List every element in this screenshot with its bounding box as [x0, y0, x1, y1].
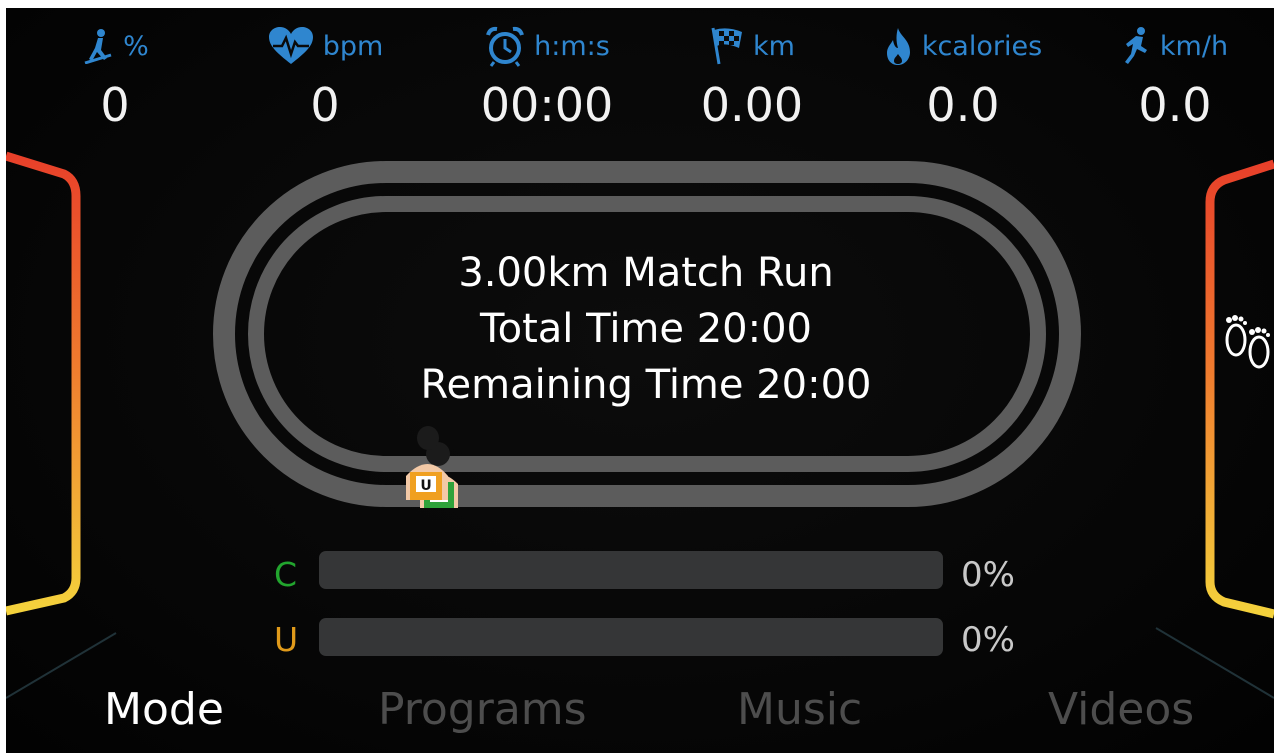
progress-label-c: C [274, 555, 298, 594]
stat-value: 0.0 [926, 78, 1000, 132]
stat-value: 0 [100, 78, 130, 132]
stat-calories: kcalories 0.0 [863, 26, 1063, 132]
nav-music[interactable]: Music [737, 684, 862, 735]
footprints-icon[interactable] [1220, 314, 1274, 390]
stat-time: h:m:s 00:00 [447, 26, 647, 132]
treadmill-display: % 0 bpm 0 h:m:s 00:00 km 0.00 kcalories … [6, 8, 1274, 753]
stat-unit: h:m:s [534, 30, 610, 62]
alarm-clock-icon [484, 25, 526, 67]
left-gauge [6, 151, 117, 699]
match-title: 3.00km Match Run [458, 250, 834, 296]
stat-unit: km/h [1159, 30, 1229, 62]
runner-icon [1122, 26, 1152, 66]
nav-videos[interactable]: Videos [1048, 684, 1194, 735]
runner-u-bib: U [420, 478, 431, 494]
stat-unit: bpm [322, 30, 384, 62]
right-gauge [1155, 159, 1274, 699]
progress-percent-c: 0% [961, 555, 1015, 595]
stat-heart-rate: bpm 0 [225, 26, 425, 132]
nav-mode[interactable]: Mode [104, 684, 224, 735]
total-time: Total Time 20:00 [479, 306, 812, 352]
progress-label-u: U [274, 620, 299, 659]
nav-programs[interactable]: Programs [378, 684, 587, 735]
progress-bar-u [319, 618, 943, 656]
stat-value: 0 [310, 78, 340, 132]
progress-percent-u: 0% [961, 620, 1015, 660]
stat-unit: kcalories [921, 30, 1043, 62]
stat-distance: km 0.00 [652, 26, 852, 132]
remaining-time: Remaining Time 20:00 [420, 362, 872, 408]
stat-speed: km/h 0.0 [1075, 26, 1274, 132]
stat-value: 0.0 [1138, 78, 1212, 132]
stat-value: 00:00 [480, 78, 614, 132]
runner-avatars: C U [400, 424, 472, 514]
stat-incline: % 0 [15, 26, 215, 132]
checkered-flag-icon [709, 26, 745, 66]
incline-icon [81, 28, 115, 64]
stat-unit: % [123, 30, 149, 62]
stat-unit: km [753, 30, 795, 62]
flame-icon [884, 26, 914, 66]
heart-rate-icon [267, 26, 315, 66]
stat-value: 0.00 [700, 78, 804, 132]
progress-bar-c [319, 551, 943, 589]
